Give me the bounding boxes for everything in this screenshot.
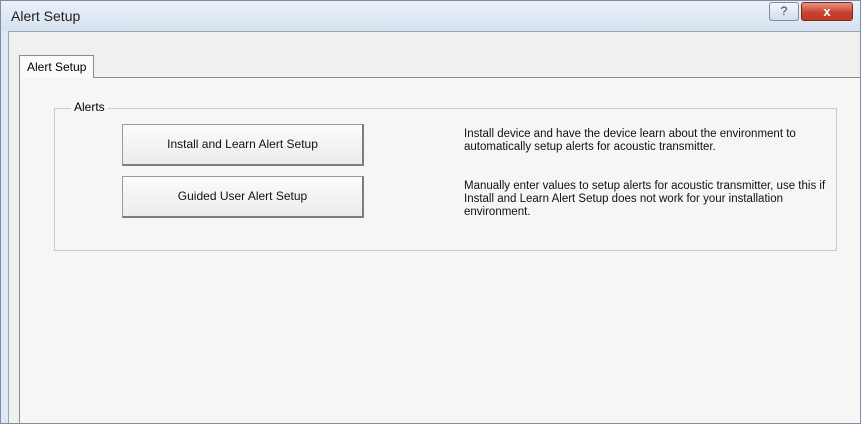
help-button[interactable]: ? (769, 2, 799, 21)
install-and-learn-description: Install device and have the device learn… (464, 128, 796, 153)
install-and-learn-button[interactable]: Install and Learn Alert Setup (122, 124, 364, 166)
close-button[interactable]: x (801, 2, 853, 21)
client-area: Alert Setup Alerts Install and Learn Ale… (8, 31, 860, 423)
window-title: Alert Setup (11, 8, 81, 24)
guided-user-button[interactable]: Guided User Alert Setup (122, 176, 364, 218)
tab-alert-setup[interactable]: Alert Setup (19, 55, 95, 78)
alerts-group-label: Alerts (71, 100, 108, 114)
guided-user-description: Manually enter values to setup alerts fo… (464, 180, 826, 218)
alert-setup-window: Alert Setup ? x Alert Setup Alerts Insta… (0, 0, 861, 424)
close-icon: x (823, 4, 831, 19)
title-bar[interactable]: Alert Setup ? x (1, 1, 860, 31)
help-icon: ? (780, 4, 788, 18)
